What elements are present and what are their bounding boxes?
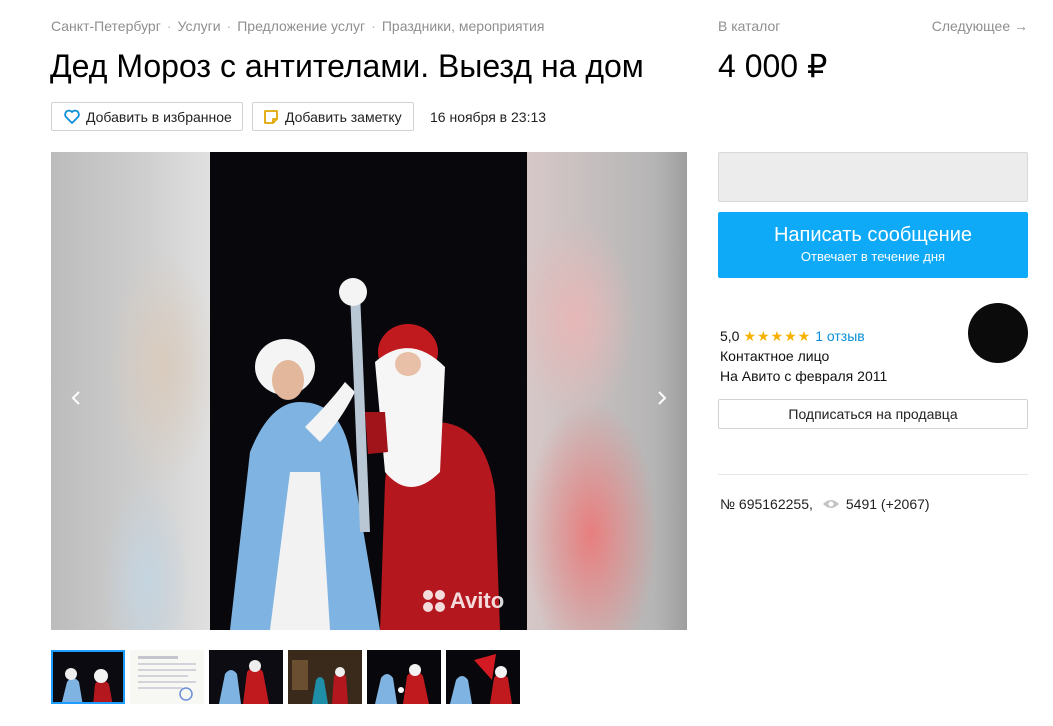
thumbnail[interactable] (367, 650, 441, 704)
rating-stars-icon: ★★★★★ (743, 328, 812, 344)
seller-since: На Авито с февраля 2011 (720, 368, 888, 384)
thumbnail[interactable] (446, 650, 520, 704)
thumbnail[interactable] (288, 650, 362, 704)
thumbnail[interactable] (209, 650, 283, 704)
divider (718, 474, 1028, 475)
add-to-favorites-button[interactable]: Добавить в избранное (51, 102, 243, 131)
chevron-right-icon (658, 391, 667, 405)
thumbnail[interactable] (51, 650, 125, 704)
breadcrumb-separator: · (166, 18, 172, 34)
breadcrumb-holidays[interactable]: Праздники, мероприятия (382, 18, 545, 34)
gallery-prev-button[interactable] (66, 388, 86, 408)
write-message-button[interactable]: Написать сообщение Отвечает в течение дн… (718, 212, 1028, 278)
seller-info: 5,0 ★★★★★ 1 отзыв Контактное лицо На Авито… (720, 326, 887, 386)
catalog-link[interactable]: В каталог (718, 18, 780, 34)
chevron-left-icon (71, 391, 80, 405)
avito-watermark: Avito (423, 588, 504, 614)
publish-date: 16 ноября в 23:13 (430, 109, 547, 125)
seller-rating: 5,0 (720, 328, 740, 344)
seller-type: Контактное лицо (720, 348, 830, 364)
avito-logo-icon (423, 590, 445, 612)
thumbnail[interactable] (130, 650, 204, 704)
write-message-label: Написать сообщение (773, 224, 972, 246)
photo-gallery[interactable]: Avito (51, 152, 687, 630)
page-title: Дед Мороз с антителами. Выезд на дом (50, 48, 644, 84)
response-time-label: Отвечает в течение дня (800, 249, 946, 264)
breadcrumb-city[interactable]: Санкт-Петербург (51, 18, 161, 34)
show-phone-button[interactable] (718, 152, 1028, 202)
price: 4 000 ₽ (718, 48, 828, 84)
breadcrumb-separator: · (371, 18, 376, 34)
breadcrumb-offers[interactable]: Предложение услуг (237, 18, 365, 34)
listing-stats: № 695162255, 5491 (+2067) (720, 496, 930, 512)
heart-icon (64, 109, 80, 124)
add-note-button[interactable]: Добавить заметку (252, 102, 414, 131)
view-count: 5491 (+2067) (845, 496, 930, 512)
breadcrumb-separator: · (226, 18, 232, 34)
next-listing-link[interactable]: Следующее → (932, 18, 1028, 34)
seller-avatar[interactable] (968, 303, 1028, 363)
main-photo-image (210, 152, 527, 630)
thumbnail-strip (51, 650, 520, 704)
main-photo[interactable] (210, 152, 527, 630)
note-icon (264, 109, 278, 124)
subscribe-seller-button[interactable]: Подписаться на продавца (718, 399, 1028, 429)
gallery-next-button[interactable] (652, 388, 672, 408)
ad-number: № 695162255, (720, 496, 813, 512)
add-note-label: Добавить заметку (285, 108, 402, 125)
eye-icon (822, 500, 839, 508)
breadcrumb: Санкт-Петербург · Услуги · Предложение услуг… (51, 18, 544, 34)
avito-watermark-text: Avito (450, 588, 505, 613)
add-to-favorites-label: Добавить в избранное (86, 108, 232, 125)
reviews-link[interactable]: 1 отзыв (815, 328, 865, 344)
breadcrumb-services[interactable]: Услуги (177, 18, 220, 34)
